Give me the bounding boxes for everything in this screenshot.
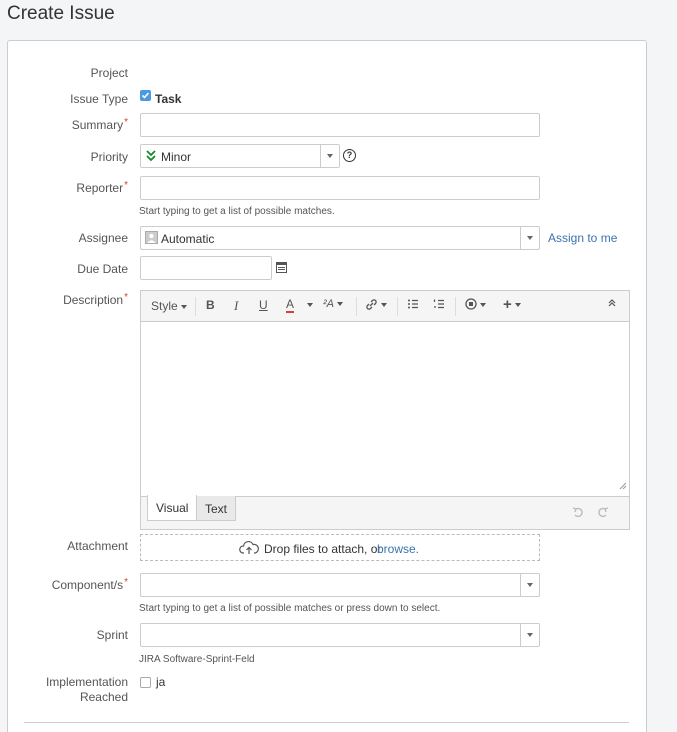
redo-icon[interactable]	[596, 506, 609, 521]
priority-minor-icon	[146, 150, 156, 165]
components-hint: Start typing to get a list of possible m…	[139, 603, 441, 614]
implementation-option-label: ja	[156, 675, 166, 689]
description-editor: Style B I U A ²A + Visual Text	[140, 290, 630, 530]
due-date-label: Due Date	[77, 262, 128, 276]
assignee-label: Assignee	[78, 231, 128, 245]
style-dropdown[interactable]: Style	[151, 299, 187, 313]
priority-value: Minor	[161, 150, 192, 164]
description-textarea[interactable]	[141, 322, 629, 496]
attachment-label: Attachment	[67, 539, 128, 553]
due-date-input[interactable]	[140, 256, 272, 280]
bullet-list-icon[interactable]	[407, 298, 419, 313]
text-color-dropdown[interactable]	[304, 297, 313, 311]
sprint-select[interactable]	[140, 623, 540, 647]
divider	[24, 722, 629, 723]
underline-button[interactable]: U	[259, 298, 268, 312]
chevron-down-icon[interactable]	[520, 574, 539, 596]
summary-input[interactable]	[140, 113, 540, 137]
implementation-label-line2: Reached	[79, 690, 128, 704]
avatar	[145, 231, 158, 244]
page-title: Create Issue	[7, 3, 115, 24]
collapse-toolbar-icon[interactable]	[607, 297, 617, 311]
reporter-label: Reporter*	[76, 180, 128, 195]
chevron-down-icon[interactable]	[520, 227, 539, 249]
editor-footer: Visual Text	[141, 495, 629, 529]
issue-type-label: Issue Type	[70, 92, 128, 106]
calendar-icon[interactable]	[276, 262, 287, 273]
sprint-label: Sprint	[96, 628, 128, 642]
issue-type-icon	[140, 90, 151, 101]
text-color-button[interactable]: A	[286, 298, 295, 313]
tab-text[interactable]: Text	[196, 496, 237, 521]
attachment-dropzone[interactable]: Drop files to attach, or browse.	[140, 534, 540, 561]
assignee-select[interactable]: Automatic	[140, 226, 540, 250]
resize-handle-icon[interactable]	[619, 479, 627, 493]
editor-toolbar: Style B I U A ²A +	[141, 291, 629, 322]
bold-button[interactable]: B	[206, 298, 215, 312]
priority-select[interactable]: Minor	[140, 144, 340, 168]
implementation-checkbox[interactable]	[140, 677, 151, 688]
help-icon[interactable]: ?	[343, 149, 356, 162]
attachment-text: Drop files to attach, or	[264, 542, 382, 556]
numbered-list-icon[interactable]	[433, 298, 445, 313]
cloud-upload-icon	[239, 540, 259, 558]
text-size-icon[interactable]: ²A	[323, 298, 343, 310]
components-select[interactable]	[140, 573, 540, 597]
link-icon[interactable]	[365, 298, 387, 314]
sprint-hint: JIRA Software-Sprint-Feld	[139, 654, 255, 665]
reporter-input[interactable]	[140, 176, 540, 200]
assignee-value: Automatic	[161, 232, 215, 246]
tab-visual[interactable]: Visual	[147, 495, 198, 521]
description-label: Description*	[63, 292, 128, 307]
issue-type-value[interactable]: Task	[155, 92, 181, 106]
reporter-hint: Start typing to get a list of possible m…	[139, 206, 335, 217]
project-label: Project	[90, 66, 128, 80]
undo-icon[interactable]	[572, 506, 585, 521]
priority-label: Priority	[90, 150, 128, 164]
browse-link[interactable]: browse.	[377, 542, 419, 556]
insert-more-icon[interactable]: +	[503, 296, 521, 313]
chevron-down-icon[interactable]	[520, 624, 539, 646]
chevron-down-icon[interactable]	[320, 145, 339, 167]
implementation-label-line1: Implementation	[45, 675, 128, 689]
emoticon-icon[interactable]	[465, 298, 486, 313]
components-label: Component/s*	[51, 577, 128, 592]
summary-label: Summary*	[71, 117, 128, 132]
italic-button[interactable]: I	[234, 298, 238, 314]
assign-to-me-link[interactable]: Assign to me	[548, 231, 617, 245]
